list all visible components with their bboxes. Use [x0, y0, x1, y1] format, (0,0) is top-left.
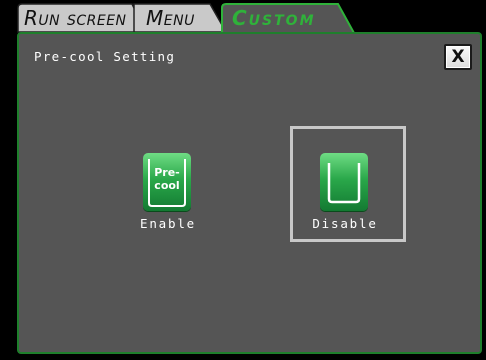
tab-menu[interactable]: Menu: [138, 2, 222, 32]
disable-label: Disable: [312, 216, 378, 231]
tab-run-screen-label: Run screen: [24, 6, 127, 30]
tab-run-screen[interactable]: Run screen: [18, 2, 138, 32]
close-icon: X: [451, 46, 465, 67]
tab-menu-label: Menu: [146, 6, 195, 30]
panel-title: Pre-cool Setting: [34, 49, 176, 64]
disable-option[interactable]: Disable: [290, 126, 406, 242]
enable-label: Enable: [140, 216, 196, 231]
close-button[interactable]: X: [444, 44, 472, 70]
empty-container-icon: [320, 153, 368, 211]
enable-option[interactable]: Pre- cool Enable: [110, 126, 226, 242]
tab-custom[interactable]: Custom: [224, 2, 350, 32]
pre-cool-icon: Pre- cool: [143, 153, 191, 211]
pre-cool-icon-text-line1: Pre-: [154, 166, 180, 179]
screen: Run screen Menu Custom Pre-cool Setting …: [0, 0, 486, 360]
tab-bar: Run screen Menu Custom: [0, 0, 486, 34]
pre-cool-icon-text-line2: cool: [154, 179, 180, 192]
precool-setting-panel: Pre-cool Setting X Pre- cool Enable Disa…: [17, 32, 482, 354]
tab-custom-label: Custom: [232, 6, 316, 30]
